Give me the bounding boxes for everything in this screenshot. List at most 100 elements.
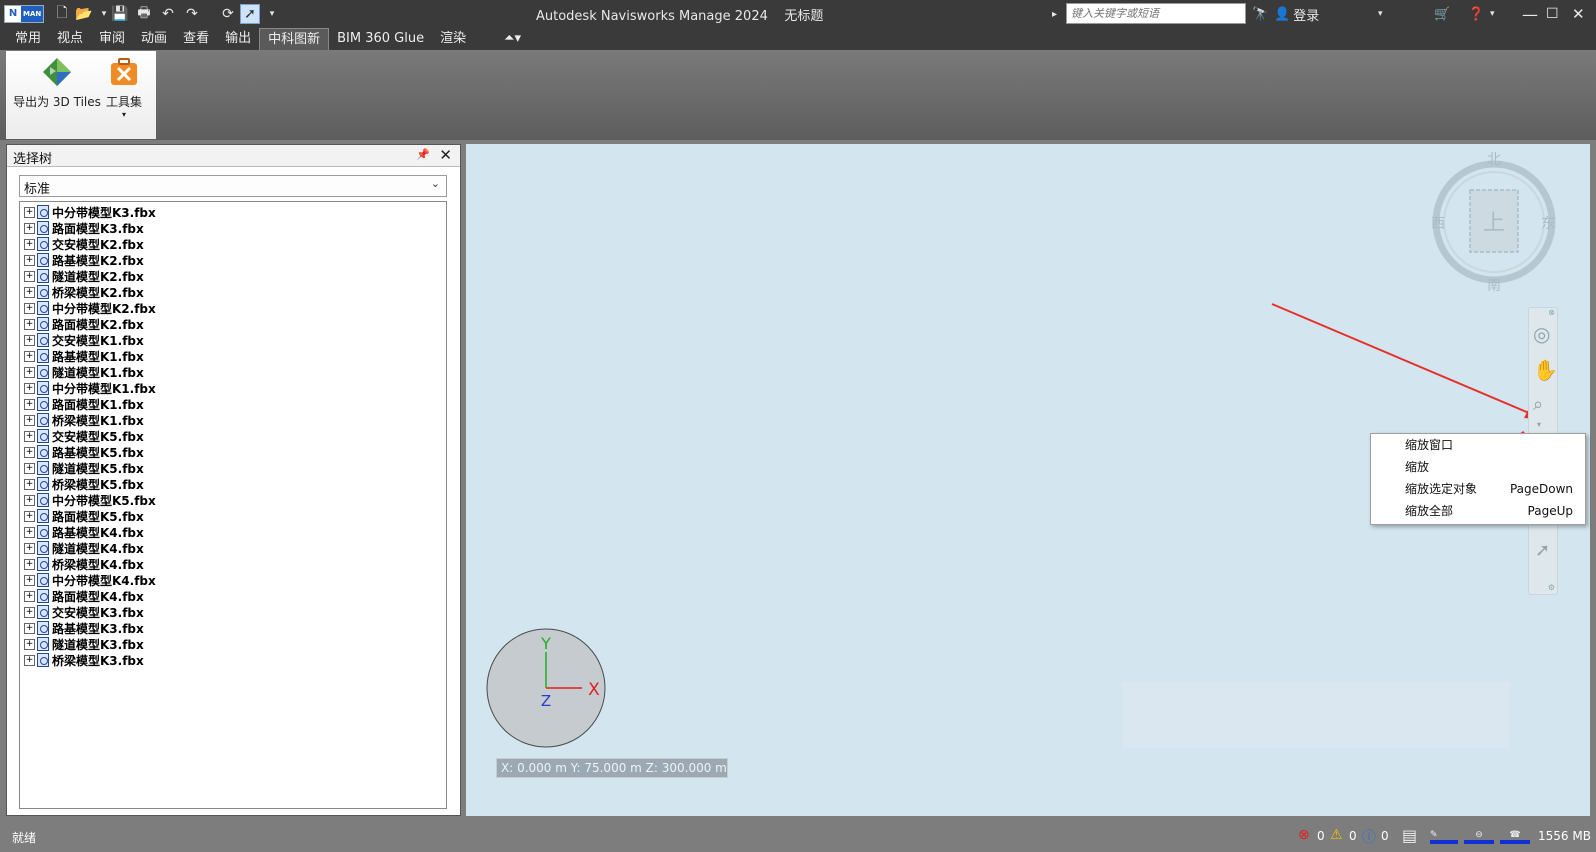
tab-zhongke-tuxin[interactable]: 中科图新: [259, 28, 330, 50]
viewcube[interactable]: 上 北 南 东 西: [1431, 152, 1556, 294]
expand-plus-icon[interactable]: +: [24, 622, 35, 634]
expand-plus-icon[interactable]: +: [24, 590, 35, 602]
expand-plus-icon[interactable]: +: [24, 302, 35, 314]
tree-item[interactable]: + 路面模型K3.fbx: [20, 220, 446, 236]
tree-item[interactable]: + 隧道模型K4.fbx: [20, 540, 446, 556]
save-icon[interactable]: 💾: [110, 4, 130, 24]
refresh-icon[interactable]: ⟳: [218, 4, 238, 24]
menu-item-zoom-selected[interactable]: 缩放选定对象 PageDown: [1371, 478, 1585, 500]
new-file-icon[interactable]: 🗋: [52, 4, 72, 24]
application-menu-button[interactable]: N MAN: [4, 5, 44, 23]
expand-plus-icon[interactable]: +: [24, 558, 35, 570]
expand-plus-icon[interactable]: +: [24, 334, 35, 346]
expand-plus-icon[interactable]: +: [24, 526, 35, 538]
redo-icon[interactable]: ↷: [182, 4, 202, 24]
zoom-window-icon[interactable]: ⌕: [1533, 394, 1543, 415]
tree-item[interactable]: + 桥梁模型K1.fbx: [20, 412, 446, 428]
search-input[interactable]: [1066, 3, 1246, 24]
tree-item[interactable]: + 隧道模型K5.fbx: [20, 460, 446, 476]
binoculars-icon[interactable]: 🔭: [1252, 4, 1268, 24]
tab-review[interactable]: 审阅: [91, 28, 133, 50]
tree-item[interactable]: + 隧道模型K1.fbx: [20, 364, 446, 380]
tree-item[interactable]: + 路面模型K4.fbx: [20, 588, 446, 604]
pan-hand-icon[interactable]: ✋: [1533, 358, 1558, 382]
help-dropdown-icon[interactable]: ▾: [1490, 4, 1495, 24]
tree-item[interactable]: + 桥梁模型K5.fbx: [20, 476, 446, 492]
expand-plus-icon[interactable]: +: [24, 542, 35, 554]
tree-item[interactable]: + 交安模型K5.fbx: [20, 428, 446, 444]
tree-item[interactable]: + 中分带模型K1.fbx: [20, 380, 446, 396]
expand-plus-icon[interactable]: +: [24, 638, 35, 650]
sheet-browser-icon[interactable]: ▤: [1402, 826, 1417, 845]
expand-plus-icon[interactable]: +: [24, 414, 35, 426]
search-expand-icon[interactable]: ▸: [1052, 4, 1057, 24]
login-dropdown-icon[interactable]: ▾: [1378, 4, 1383, 24]
expand-plus-icon[interactable]: +: [24, 478, 35, 490]
tab-render[interactable]: 渲染: [432, 28, 474, 50]
warning-icon[interactable]: ⚠: [1330, 827, 1343, 843]
expand-plus-icon[interactable]: +: [24, 366, 35, 378]
tree-item[interactable]: + 中分带模型K3.fbx: [20, 204, 446, 220]
tab-view[interactable]: 查看: [175, 28, 217, 50]
error-icon[interactable]: ⊗: [1298, 827, 1310, 843]
expand-plus-icon[interactable]: +: [24, 318, 35, 330]
maximize-icon[interactable]: ☐: [1546, 4, 1559, 24]
tree-item[interactable]: + 路基模型K1.fbx: [20, 348, 446, 364]
tab-output[interactable]: 输出: [217, 28, 259, 50]
zoom-dropdown-icon[interactable]: ▾: [1537, 420, 1541, 429]
navbar-settings-icon[interactable]: ⚙: [1548, 583, 1555, 592]
tree-item[interactable]: + 路基模型K3.fbx: [20, 620, 446, 636]
pin-icon[interactable]: 📌: [416, 148, 430, 161]
tree-item[interactable]: + 交安模型K2.fbx: [20, 236, 446, 252]
tree-item[interactable]: + 路面模型K1.fbx: [20, 396, 446, 412]
tree-item[interactable]: + 中分带模型K4.fbx: [20, 572, 446, 588]
tree-item[interactable]: + 中分带模型K5.fbx: [20, 492, 446, 508]
select-cursor-icon[interactable]: ➚: [240, 4, 260, 24]
menu-item-zoom-window[interactable]: 缩放窗口: [1371, 434, 1585, 456]
expand-plus-icon[interactable]: +: [24, 430, 35, 442]
expand-plus-icon[interactable]: +: [24, 574, 35, 586]
tree-item[interactable]: + 隧道模型K2.fbx: [20, 268, 446, 284]
steering-wheel-icon[interactable]: ◎: [1533, 322, 1550, 346]
help-icon[interactable]: ❓: [1468, 4, 1484, 24]
close-icon[interactable]: ✕: [1572, 4, 1585, 24]
tab-animation[interactable]: 动画: [133, 28, 175, 50]
expand-plus-icon[interactable]: +: [24, 254, 35, 266]
tab-bim360-glue[interactable]: BIM 360 Glue: [329, 28, 432, 50]
expand-plus-icon[interactable]: +: [24, 654, 35, 666]
export-3d-tiles-button[interactable]: 导出为 3D Tiles: [10, 55, 104, 110]
expand-plus-icon[interactable]: +: [24, 446, 35, 458]
panel-close-icon[interactable]: ✕: [439, 146, 452, 164]
expand-plus-icon[interactable]: +: [24, 382, 35, 394]
expand-plus-icon[interactable]: +: [24, 270, 35, 282]
tree-mode-dropdown[interactable]: 标准 ⌄: [19, 175, 447, 197]
tree-item[interactable]: + 路面模型K2.fbx: [20, 316, 446, 332]
minimize-icon[interactable]: —: [1522, 4, 1538, 24]
tab-viewpoint[interactable]: 视点: [49, 28, 91, 50]
expand-plus-icon[interactable]: +: [24, 222, 35, 234]
toolset-button[interactable]: 工具集 ▾: [104, 55, 144, 119]
tree-item[interactable]: + 隧道模型K3.fbx: [20, 636, 446, 652]
expand-plus-icon[interactable]: +: [24, 238, 35, 250]
print-icon[interactable]: 🖶: [134, 4, 154, 24]
tab-home[interactable]: 常用: [7, 28, 49, 50]
ribbon-minimize-icon[interactable]: ⏶▾: [474, 28, 529, 50]
expand-plus-icon[interactable]: +: [24, 510, 35, 522]
tree-item[interactable]: + 交安模型K1.fbx: [20, 332, 446, 348]
tree-item[interactable]: + 路基模型K4.fbx: [20, 524, 446, 540]
tree-item[interactable]: + 桥梁模型K2.fbx: [20, 284, 446, 300]
undo-icon[interactable]: ↶: [158, 4, 178, 24]
expand-plus-icon[interactable]: +: [24, 494, 35, 506]
menu-item-zoom-all[interactable]: 缩放全部 PageUp: [1371, 500, 1585, 522]
tree-item[interactable]: + 路面模型K5.fbx: [20, 508, 446, 524]
expand-plus-icon[interactable]: +: [24, 350, 35, 362]
tree-item[interactable]: + 交安模型K3.fbx: [20, 604, 446, 620]
expand-plus-icon[interactable]: +: [24, 286, 35, 298]
tree-item[interactable]: + 桥梁模型K4.fbx: [20, 556, 446, 572]
select-tool-icon[interactable]: ➚: [1535, 540, 1550, 561]
tree-item[interactable]: + 路基模型K5.fbx: [20, 444, 446, 460]
expand-plus-icon[interactable]: +: [24, 462, 35, 474]
expand-plus-icon[interactable]: +: [24, 206, 35, 218]
tree-item[interactable]: + 桥梁模型K3.fbx: [20, 652, 446, 668]
info-icon[interactable]: ⓘ: [1362, 827, 1376, 847]
